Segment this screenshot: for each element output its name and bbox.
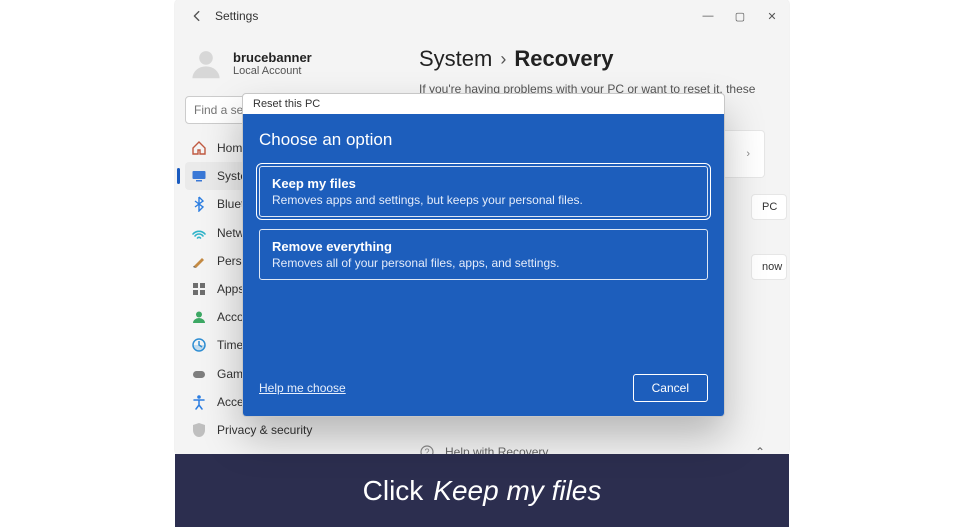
home-icon	[191, 140, 207, 156]
option-title: Keep my files	[272, 176, 695, 191]
gaming-icon	[191, 366, 207, 382]
close-button[interactable]: ✕	[765, 10, 779, 23]
instruction-prefix: Click	[363, 475, 424, 507]
reset-pc-dialog: Reset this PC Choose an option Keep my f…	[242, 93, 725, 417]
dialog-title: Reset this PC	[243, 94, 724, 114]
accessibility-icon	[191, 394, 207, 410]
sidebar-item-privacy[interactable]: Privacy & security	[185, 416, 385, 444]
help-label: Help with Recovery	[445, 445, 548, 454]
chevron-right-icon: ›	[746, 148, 750, 160]
network-icon	[191, 225, 207, 241]
back-button[interactable]	[185, 4, 209, 28]
window-title: Settings	[215, 9, 258, 23]
page-title: Recovery	[514, 46, 613, 72]
reset-pc-button-tail[interactable]: PC	[751, 194, 787, 220]
titlebar: Settings — ▢ ✕	[175, 0, 789, 32]
account-block[interactable]: brucebanner Local Account	[185, 36, 385, 96]
dialog-heading: Choose an option	[259, 130, 708, 150]
account-name: brucebanner	[233, 50, 312, 65]
option-remove-everything[interactable]: Remove everything Removes all of your pe…	[259, 229, 708, 280]
chevron-right-icon: ›	[500, 49, 506, 70]
time-icon	[191, 337, 207, 353]
instruction-banner: Click Keep my files	[175, 454, 789, 527]
system-icon	[191, 168, 207, 184]
chevron-up-icon: ⌃	[755, 445, 765, 454]
bluetooth-icon	[191, 196, 207, 212]
avatar-icon	[189, 46, 223, 80]
minimize-button[interactable]: —	[701, 10, 715, 23]
breadcrumb: System › Recovery	[419, 46, 765, 72]
help-me-choose-link[interactable]: Help me choose	[259, 381, 346, 395]
privacy-icon	[191, 422, 207, 438]
instruction-target: Keep my files	[433, 475, 601, 507]
accounts-icon	[191, 309, 207, 325]
option-keep-my-files[interactable]: Keep my files Removes apps and settings,…	[259, 166, 708, 217]
help-row[interactable]: ? Help with Recovery ⌃	[419, 438, 765, 454]
personalization-icon	[191, 253, 207, 269]
sidebar-item-label: Apps	[217, 282, 244, 296]
breadcrumb-parent[interactable]: System	[419, 46, 492, 72]
cancel-button[interactable]: Cancel	[633, 374, 708, 402]
restart-now-button-tail[interactable]: now	[751, 254, 787, 280]
option-desc: Removes apps and settings, but keeps you…	[272, 193, 695, 207]
svg-text:?: ?	[424, 447, 429, 454]
help-icon: ?	[419, 444, 435, 454]
option-desc: Removes all of your personal files, apps…	[272, 256, 695, 270]
sidebar-item-label: Privacy & security	[217, 423, 312, 437]
account-sub: Local Account	[233, 65, 312, 77]
option-title: Remove everything	[272, 239, 695, 254]
maximize-button[interactable]: ▢	[733, 10, 747, 23]
apps-icon	[191, 281, 207, 297]
